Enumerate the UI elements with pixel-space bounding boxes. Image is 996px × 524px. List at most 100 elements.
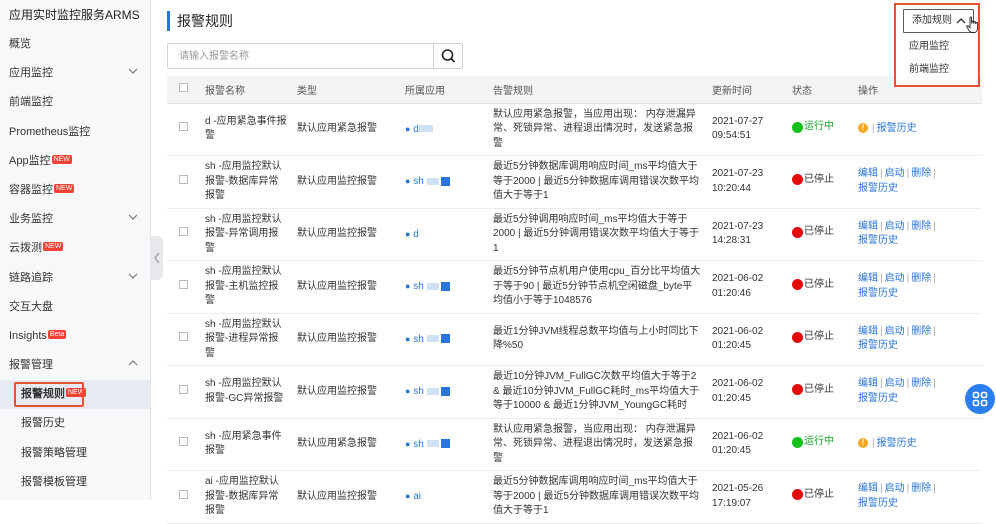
status-badge: 已停止 [792,278,834,293]
table-row: d -应用紧急事件报警 默认应用紧急报警 ● d 默认应用紧急报警，当应用出现：… [167,103,982,156]
hand-cursor-icon [966,16,980,39]
app-link[interactable]: sh [413,386,424,397]
row-checkbox[interactable] [179,384,188,394]
column-header: 类型 [287,76,395,104]
sidebar-item-label: 云拨测 [9,242,42,255]
delete-link[interactable]: 删除 [911,168,931,179]
main-content: 报警规则 报警名称 类型 所属应用 告警规则 更新时间 状态 操作 d -应用 [151,0,996,524]
start-link[interactable]: 启动 [885,168,905,179]
start-link[interactable]: 启动 [885,221,905,232]
stopped-dot-icon [792,384,803,396]
beta-badge: Beta [47,329,67,339]
redacted-mark [441,334,451,344]
edit-link[interactable]: 编辑 [858,483,878,494]
app-link[interactable]: d [413,229,419,240]
delete-link[interactable]: 删除 [911,483,931,494]
alert-app: ● sh [395,260,483,314]
start-link[interactable]: 启动 [885,273,905,284]
new-badge: NEW [43,242,64,252]
status-badge: 已停止 [792,173,834,188]
sidebar-item-label: 报警历史 [21,417,65,430]
delete-link[interactable]: 删除 [911,326,931,337]
app-title: 应用实时监控服务ARMS [9,8,140,22]
sidebar-item-insights[interactable]: Insights Beta [0,322,150,351]
warning-icon: ! [858,123,868,134]
sidebar-item-prometheus[interactable]: Prometheus监控 [0,118,150,147]
start-link[interactable]: 启动 [885,378,905,389]
sidebar-item-label: 前端监控 [9,96,53,109]
alert-history-link[interactable]: 报警历史 [858,235,898,246]
sidebar-item-alert-management[interactable]: 报警管理 [0,351,150,380]
sidebar-item-label: App监控 [9,154,51,167]
edit-link[interactable]: 编辑 [858,273,878,284]
sidebar-item-business[interactable]: 业务监控 [0,205,150,234]
row-checkbox[interactable] [179,174,188,184]
row-checkbox[interactable] [179,227,188,236]
row-checkbox[interactable] [179,489,188,499]
redacted-mark [441,281,451,291]
alert-name: d -应用紧急事件报警 [195,103,287,156]
delete-link[interactable]: 删除 [911,378,931,389]
search-button[interactable] [433,44,462,68]
edit-link[interactable]: 编辑 [858,221,878,232]
app-link[interactable]: sh [413,281,424,292]
edit-link[interactable]: 编辑 [858,378,878,389]
edit-link[interactable]: 编辑 [858,326,878,337]
app-link[interactable]: sh [413,176,424,187]
alert-name: sh -应用监控默认报警-进程异常报警 [195,313,287,366]
sidebar-item-frontend-monitor[interactable]: 前端监控 [0,88,150,117]
alert-history-link[interactable]: 报警历史 [877,438,917,449]
alert-type: 默认应用监控报警 [287,470,395,524]
update-time: 2021-06-02 01:20:45 [702,313,782,366]
start-link[interactable]: 启动 [885,326,905,337]
app-link[interactable]: ai [413,491,421,502]
alert-history-link[interactable]: 报警历史 [858,393,898,404]
delete-link[interactable]: 删除 [911,273,931,284]
sidebar-item-alert-policy[interactable]: 报警策略管理 [0,439,150,468]
warning-icon: ! [858,438,868,449]
row-checkbox[interactable] [179,279,188,289]
sidebar-item-dial-test[interactable]: 云拨测 NEW [0,234,150,263]
delete-link[interactable]: 删除 [911,221,931,232]
update-time: 2021-06-02 01:20:46 [702,260,782,314]
stopped-dot-icon [792,331,803,343]
alert-type: 默认应用紧急报警 [287,103,395,156]
sidebar-item-tracing[interactable]: 链路追踪 [0,264,150,293]
status-badge: 已停止 [792,225,834,240]
app-link[interactable]: sh [413,439,424,450]
status-badge: 运行中 [792,120,834,135]
edit-link[interactable]: 编辑 [858,168,878,179]
alert-type: 默认应用监控报警 [287,260,395,314]
alert-rule: 最近10分钟JVM_FullGC次数平均值大于等于2 & 最近10分钟JVM_F… [483,365,702,419]
search-input[interactable] [168,44,434,68]
status-badge: 运行中 [792,435,834,450]
floating-app-menu-button[interactable] [965,384,995,414]
select-all-checkbox-cell[interactable] [167,76,195,104]
row-checkbox[interactable] [179,332,188,341]
alert-history-link[interactable]: 报警历史 [858,288,898,299]
alert-app: ● sh [395,365,483,419]
sidebar-item-alert-rules[interactable]: 报警规则 NEW [0,380,150,410]
alert-history-link[interactable]: 报警历史 [858,498,898,509]
alert-history-link[interactable]: 报警历史 [858,183,898,194]
sidebar-item-app-monitoring[interactable]: App监控 NEW [0,147,150,176]
app-link[interactable]: sh [413,334,424,345]
alert-rule: 最近5分钟数据库调用响应时间_ms平均值大于等于2000 | 最近5分钟数据库调… [483,470,702,524]
row-checkbox[interactable] [179,437,188,446]
sidebar-item-container[interactable]: 容器监控 NEW [0,176,150,205]
sidebar-item-overview[interactable]: 概览 [0,30,150,59]
alert-history-link[interactable]: 报警历史 [877,123,917,134]
sidebar-item-alert-history[interactable]: 报警历史 [0,409,150,438]
start-link[interactable]: 启动 [885,483,905,494]
alert-type: 默认应用监控报警 [287,313,395,366]
sidebar-item-alert-template[interactable]: 报警模板管理 [0,468,150,497]
column-header: 更新时间 [702,76,782,104]
row-checkbox[interactable] [179,122,188,131]
select-all-checkbox[interactable] [179,83,188,93]
menu-item-frontend-monitor[interactable]: 前端监控 [896,58,978,81]
alert-history-link[interactable]: 报警历史 [858,340,898,351]
add-rule-button[interactable]: 添加规则 [903,9,974,33]
alert-rules-table: 报警名称 类型 所属应用 告警规则 更新时间 状态 操作 d -应用紧急事件报警… [167,76,982,524]
sidebar-item-dashboard[interactable]: 交互大盘 [0,293,150,322]
sidebar-item-app-monitor[interactable]: 应用监控 [0,59,150,88]
